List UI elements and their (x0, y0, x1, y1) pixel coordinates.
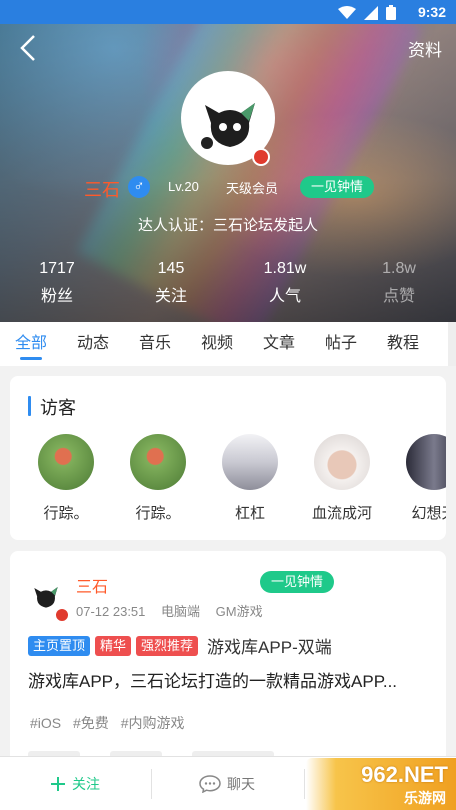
post-meta: 07-12 23:51 电脑端 GM游戏 (76, 601, 275, 620)
visitors-title: 访客 (28, 394, 76, 420)
watermark-subtext: 乐游网 (404, 790, 446, 806)
visitor-avatar (38, 434, 94, 490)
profile-screen: 9:32 资料 三石 ♂ Lv.20 天级会员 一见钟情 达人认证：三石论坛发起… (0, 0, 456, 810)
post-mood-badge: 一见钟情 (260, 571, 334, 593)
member-status: 天级会员 (226, 181, 279, 196)
post-author-name[interactable]: 三石 (76, 573, 108, 597)
wifi-icon (338, 5, 356, 19)
chat-label: 聊天 (227, 776, 255, 792)
post-author-badge (54, 607, 70, 623)
stat-likes[interactable]: 1.8w 点赞 (354, 260, 444, 306)
stat-value: 1.8w (382, 260, 416, 277)
visitor-item[interactable]: 行踪。 (26, 434, 106, 523)
visitor-item[interactable]: 行踪。 (118, 434, 198, 523)
stat-following[interactable]: 145 关注 (126, 260, 216, 306)
visitor-avatar (130, 434, 186, 490)
stat-label: 点赞 (382, 288, 415, 305)
plus-icon (51, 777, 65, 791)
post-title[interactable]: 游戏库APP-双端 (207, 633, 332, 658)
post-body[interactable]: 游戏库APP，三石论坛打造的一款精品游戏APP... (28, 667, 432, 692)
avatar-verified-badge (252, 148, 270, 166)
post-card[interactable]: 三石 一见钟情 07-12 23:51 电脑端 GM游戏 主页置顶 精华 强烈推… (10, 551, 446, 781)
visitor-name: 行踪。 (135, 505, 181, 522)
visitor-avatar (406, 434, 446, 490)
hashtag[interactable]: #iOS (30, 715, 61, 731)
post-hashtags: #iOS #免费 #内购游戏 (30, 713, 193, 733)
tabs-overflow-edge (448, 322, 456, 366)
chat-button[interactable]: 聊天 (152, 757, 302, 810)
signal-icon (364, 5, 378, 20)
stat-popularity[interactable]: 1.81w 人气 (240, 260, 330, 306)
hashtag[interactable]: #内购游戏 (121, 715, 185, 731)
tab-posts[interactable]: 帖子 (310, 322, 372, 366)
stat-fans[interactable]: 1717 粉丝 (12, 260, 102, 306)
battery-icon (386, 5, 396, 20)
tab-article[interactable]: 文章 (248, 322, 310, 366)
visitor-name: 血流成河 (311, 505, 372, 522)
back-arrow-icon[interactable] (16, 34, 42, 62)
visitor-item[interactable]: 幻想天 (394, 434, 446, 523)
post-category[interactable]: GM游戏 (216, 604, 263, 619)
site-watermark-logo: 962.NET 乐游网 (306, 758, 456, 810)
stat-value: 1.81w (263, 260, 307, 277)
tab-music[interactable]: 音乐 (124, 322, 186, 366)
visitor-name: 杠杠 (234, 505, 265, 522)
hashtag[interactable]: #免费 (73, 715, 109, 731)
visitors-card: 访客 行踪。 行踪。 杠杠 血流成河 幻想天 (10, 376, 446, 540)
stat-label: 人气 (268, 288, 301, 305)
post-device: 电脑端 (161, 604, 201, 619)
content-tabs: 全部 动态 音乐 视频 文章 帖子 教程 (0, 322, 456, 366)
tab-dynamics[interactable]: 动态 (62, 322, 124, 366)
badge-recommended: 强烈推荐 (136, 635, 199, 656)
stat-label: 关注 (154, 288, 187, 305)
stat-value: 145 (157, 260, 185, 277)
visitor-item[interactable]: 血流成河 (302, 434, 382, 523)
gender-male-icon: ♂ (128, 176, 150, 198)
badge-essence: 精华 (95, 635, 132, 656)
visitor-item[interactable]: 杠杠 (210, 434, 290, 523)
stat-label: 粉丝 (40, 288, 73, 305)
visitor-name: 幻想天 (411, 505, 446, 522)
tab-video[interactable]: 视频 (186, 322, 248, 366)
profile-info-link[interactable]: 资料 (408, 36, 442, 61)
user-name: 三石 (84, 180, 120, 200)
follow-button[interactable]: 关注 (0, 757, 150, 810)
tab-tutorial[interactable]: 教程 (372, 322, 434, 366)
post-badges: 主页置顶 精华 强烈推荐 游戏库APP-双端 (28, 633, 332, 658)
watermark-text: 962.NET (361, 762, 448, 787)
visitor-name: 行踪。 (43, 505, 89, 522)
post-date: 07-12 23:51 (76, 604, 146, 619)
user-stats: 1717 粉丝 145 关注 1.81w 人气 1.8w 点赞 (0, 260, 456, 310)
chat-bubble-icon (199, 775, 221, 793)
mood-badge: 一见钟情 (300, 176, 374, 198)
stat-value: 1717 (39, 260, 75, 277)
visitor-avatar (314, 434, 370, 490)
status-bar: 9:32 (0, 0, 456, 24)
visitor-avatar (222, 434, 278, 490)
tab-all[interactable]: 全部 (0, 322, 62, 366)
user-info-row: 三石 ♂ Lv.20 天级会员 一见钟情 (0, 176, 456, 200)
status-time: 9:32 (417, 4, 446, 20)
follow-label: 关注 (72, 776, 100, 792)
verification-text: 达人认证：三石论坛发起人 (137, 217, 318, 234)
badge-pinned: 主页置顶 (28, 635, 91, 656)
user-level: Lv.20 (168, 179, 199, 194)
